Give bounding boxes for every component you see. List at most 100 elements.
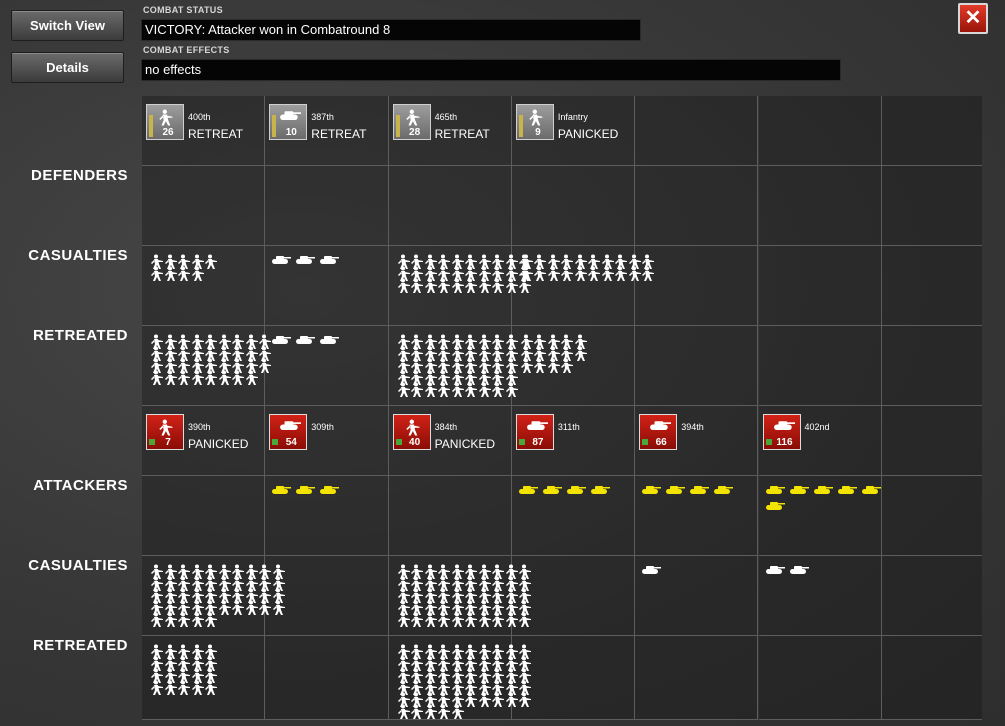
unit-name: 309th xyxy=(311,422,334,432)
tank-icon xyxy=(837,486,857,494)
grid-cell xyxy=(881,246,982,326)
unit-strength: 9 xyxy=(535,127,541,138)
unit-strength: 10 xyxy=(285,127,297,138)
attacker-unit-counter[interactable]: 40 xyxy=(392,414,431,450)
unit-strength: 40 xyxy=(409,437,421,448)
unit-strength: 54 xyxy=(285,437,297,448)
tank-icon xyxy=(320,486,340,494)
attacker-unit-counter[interactable]: 66 xyxy=(639,414,678,450)
row-label-def-casualties: CASUALTIES xyxy=(28,247,128,264)
details-button[interactable]: Details xyxy=(11,52,124,83)
row-label-def-retreated: RETREATED xyxy=(32,327,128,344)
row-label-attackers: ATTACKERS xyxy=(33,477,128,494)
tank-icon xyxy=(714,486,734,494)
grid-cell xyxy=(881,96,982,166)
unit-strength: 66 xyxy=(655,437,667,448)
tank-icon xyxy=(272,256,292,264)
tank-icon xyxy=(280,111,302,120)
unit-strength: 7 xyxy=(165,437,171,448)
unit-name: 400th xyxy=(188,112,211,122)
defender-unit-counter[interactable]: 10 xyxy=(269,104,308,140)
grid-cell xyxy=(881,556,982,636)
strength-bar xyxy=(149,115,153,137)
grid-cell xyxy=(881,636,982,720)
attacker-unit-counter[interactable]: 54 xyxy=(269,414,308,450)
infantry-icon xyxy=(159,109,173,126)
tank-icon xyxy=(296,486,316,494)
grid-cell xyxy=(142,476,266,556)
combat-grid: 26 400th RETREAT 10 387th RETREAT 28 465th RETRE… xyxy=(142,96,982,720)
grid-cell xyxy=(881,476,982,556)
defender-unit-counter[interactable]: 28 xyxy=(392,104,431,140)
grid-cell xyxy=(635,166,759,246)
tank-icon xyxy=(642,566,662,574)
infantry-icon xyxy=(245,370,258,385)
tank-icon xyxy=(650,421,672,430)
infantry-icon xyxy=(519,612,532,627)
defender-unit-counter[interactable]: 26 xyxy=(146,104,184,140)
tank-icon xyxy=(320,336,340,344)
attacker-unit-counter[interactable]: 87 xyxy=(515,414,554,450)
grid-cell xyxy=(265,166,389,246)
combat-effects-label: COMBAT EFFECTS xyxy=(143,45,230,55)
infantry-icon xyxy=(205,680,217,695)
tank-icon xyxy=(789,566,809,574)
infantry-icon xyxy=(451,704,464,719)
grid-cell xyxy=(881,326,982,406)
tank-icon xyxy=(272,486,292,494)
grid-cell xyxy=(388,166,512,246)
tank-icon xyxy=(765,502,785,510)
unit-strength: 26 xyxy=(162,127,174,138)
infantry-icon xyxy=(405,419,420,436)
tank-icon xyxy=(765,486,785,494)
tank-icon xyxy=(765,566,785,574)
defender-unit-counter[interactable]: 9 xyxy=(515,104,554,140)
grid-cell xyxy=(758,636,882,720)
grid-cell xyxy=(265,636,389,720)
tank-icon xyxy=(296,256,316,264)
unit-name: Infantry xyxy=(557,112,588,122)
close-icon: ✕ xyxy=(964,7,982,29)
combat-status-label: COMBAT STATUS xyxy=(143,5,223,15)
infantry-icon xyxy=(205,612,217,627)
infantry-icon xyxy=(642,266,655,281)
unit-state: RETREAT xyxy=(188,127,244,141)
infantry-icon xyxy=(561,358,574,373)
strength-bar xyxy=(395,115,400,137)
unit-strength: 116 xyxy=(776,437,793,448)
tank-icon xyxy=(542,486,562,494)
grid-cell xyxy=(881,406,982,476)
grid-cell xyxy=(881,166,982,246)
unit-name: 465th xyxy=(434,112,458,122)
infantry-icon xyxy=(191,266,204,281)
close-button[interactable]: ✕ xyxy=(958,3,988,34)
unit-name: 384th xyxy=(434,422,458,432)
grid-cell xyxy=(635,96,759,166)
infantry-icon xyxy=(405,109,420,126)
tank-icon xyxy=(590,486,610,494)
unit-state: RETREAT xyxy=(434,127,490,141)
tank-icon xyxy=(789,486,809,494)
grid-cell xyxy=(511,166,636,246)
unit-name: 390th xyxy=(188,422,211,432)
tank-icon xyxy=(773,421,795,430)
unit-name: 394th xyxy=(681,422,704,432)
attacker-unit-counter[interactable]: 7 xyxy=(146,414,184,450)
tank-icon xyxy=(296,336,316,344)
unit-name: 311th xyxy=(557,422,580,432)
infantry-icon xyxy=(159,419,173,436)
unit-strength: 87 xyxy=(532,437,544,448)
tank-icon xyxy=(666,486,686,494)
switch-view-button[interactable]: Switch View xyxy=(11,10,124,41)
attacker-unit-counter[interactable]: 116 xyxy=(762,414,801,450)
grid-cell xyxy=(758,166,882,246)
grid-cell xyxy=(758,96,882,166)
unit-strength: 28 xyxy=(409,127,421,138)
grid-cell xyxy=(758,246,882,326)
unit-state: PANICKED xyxy=(434,437,496,451)
tank-icon xyxy=(518,486,538,494)
infantry-icon xyxy=(272,600,285,615)
strength-bar xyxy=(518,115,523,137)
unit-name: 402nd xyxy=(804,422,830,432)
combat-effects-field: no effects xyxy=(141,59,841,81)
